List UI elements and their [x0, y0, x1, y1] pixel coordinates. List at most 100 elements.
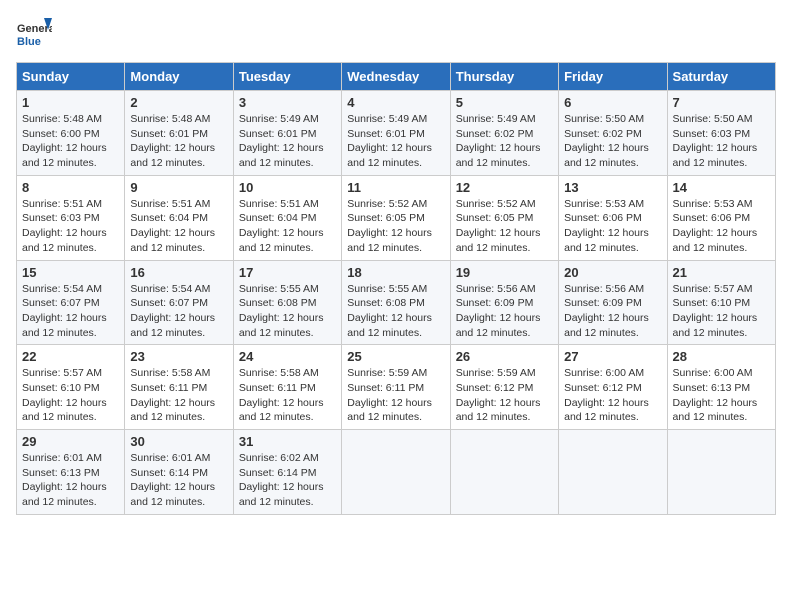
cell-line: Sunrise: 5:55 AM	[239, 282, 336, 297]
calendar-cell: 16Sunrise: 5:54 AMSunset: 6:07 PMDayligh…	[125, 260, 233, 345]
day-number: 6	[564, 95, 661, 110]
cell-line: Sunrise: 5:50 AM	[673, 112, 770, 127]
logo: General Blue	[16, 16, 52, 52]
cell-line: Sunset: 6:04 PM	[239, 211, 336, 226]
column-header-monday: Monday	[125, 63, 233, 91]
cell-line: and 12 minutes.	[130, 410, 227, 425]
day-number: 11	[347, 180, 444, 195]
day-number: 31	[239, 434, 336, 449]
cell-line: Daylight: 12 hours	[456, 396, 553, 411]
calendar-cell: 4Sunrise: 5:49 AMSunset: 6:01 PMDaylight…	[342, 91, 450, 176]
cell-line: Daylight: 12 hours	[456, 141, 553, 156]
cell-line: Sunrise: 5:59 AM	[456, 366, 553, 381]
cell-line: Sunrise: 5:50 AM	[564, 112, 661, 127]
cell-line: Daylight: 12 hours	[347, 226, 444, 241]
cell-line: Sunrise: 5:48 AM	[130, 112, 227, 127]
page-header: General Blue	[16, 16, 776, 52]
cell-line: Sunset: 6:01 PM	[347, 127, 444, 142]
cell-line: Sunset: 6:03 PM	[673, 127, 770, 142]
cell-line: Sunrise: 5:49 AM	[347, 112, 444, 127]
calendar-cell: 18Sunrise: 5:55 AMSunset: 6:08 PMDayligh…	[342, 260, 450, 345]
calendar-cell: 26Sunrise: 5:59 AMSunset: 6:12 PMDayligh…	[450, 345, 558, 430]
cell-line: Daylight: 12 hours	[673, 396, 770, 411]
cell-line: Sunrise: 5:49 AM	[239, 112, 336, 127]
cell-line: Daylight: 12 hours	[564, 311, 661, 326]
cell-line: Daylight: 12 hours	[456, 226, 553, 241]
cell-line: and 12 minutes.	[673, 156, 770, 171]
cell-line: Sunrise: 5:52 AM	[456, 197, 553, 212]
cell-line: and 12 minutes.	[456, 326, 553, 341]
cell-line: Sunrise: 5:54 AM	[22, 282, 119, 297]
cell-line: and 12 minutes.	[456, 156, 553, 171]
cell-line: Sunrise: 5:49 AM	[456, 112, 553, 127]
cell-line: Sunset: 6:06 PM	[564, 211, 661, 226]
day-number: 29	[22, 434, 119, 449]
cell-line: Sunset: 6:06 PM	[673, 211, 770, 226]
day-number: 26	[456, 349, 553, 364]
day-number: 28	[673, 349, 770, 364]
cell-line: Sunrise: 6:01 AM	[22, 451, 119, 466]
cell-line: Daylight: 12 hours	[673, 226, 770, 241]
cell-line: Daylight: 12 hours	[673, 141, 770, 156]
cell-line: and 12 minutes.	[130, 156, 227, 171]
column-header-wednesday: Wednesday	[342, 63, 450, 91]
cell-line: Sunrise: 5:53 AM	[564, 197, 661, 212]
cell-line: and 12 minutes.	[456, 410, 553, 425]
column-header-friday: Friday	[559, 63, 667, 91]
calendar-cell: 11Sunrise: 5:52 AMSunset: 6:05 PMDayligh…	[342, 175, 450, 260]
cell-line: Sunrise: 5:52 AM	[347, 197, 444, 212]
cell-line: Daylight: 12 hours	[564, 396, 661, 411]
day-number: 3	[239, 95, 336, 110]
cell-line: and 12 minutes.	[239, 326, 336, 341]
cell-line: and 12 minutes.	[347, 326, 444, 341]
cell-line: and 12 minutes.	[347, 241, 444, 256]
cell-line: Sunset: 6:05 PM	[456, 211, 553, 226]
calendar-cell: 21Sunrise: 5:57 AMSunset: 6:10 PMDayligh…	[667, 260, 775, 345]
cell-line: and 12 minutes.	[673, 326, 770, 341]
day-number: 10	[239, 180, 336, 195]
cell-line: and 12 minutes.	[564, 410, 661, 425]
cell-line: Daylight: 12 hours	[347, 396, 444, 411]
cell-line: Daylight: 12 hours	[239, 226, 336, 241]
day-number: 7	[673, 95, 770, 110]
cell-line: Sunset: 6:00 PM	[22, 127, 119, 142]
day-number: 5	[456, 95, 553, 110]
calendar-cell: 31Sunrise: 6:02 AMSunset: 6:14 PMDayligh…	[233, 430, 341, 515]
day-number: 19	[456, 265, 553, 280]
cell-line: Sunset: 6:12 PM	[564, 381, 661, 396]
day-number: 30	[130, 434, 227, 449]
cell-line: Sunrise: 5:48 AM	[22, 112, 119, 127]
cell-line: Sunset: 6:08 PM	[239, 296, 336, 311]
cell-line: Daylight: 12 hours	[22, 311, 119, 326]
calendar-week-row: 8Sunrise: 5:51 AMSunset: 6:03 PMDaylight…	[17, 175, 776, 260]
cell-line: and 12 minutes.	[673, 410, 770, 425]
cell-line: Sunset: 6:07 PM	[130, 296, 227, 311]
cell-line: Sunrise: 5:51 AM	[239, 197, 336, 212]
day-number: 2	[130, 95, 227, 110]
cell-line: and 12 minutes.	[239, 495, 336, 510]
cell-line: Sunrise: 5:54 AM	[130, 282, 227, 297]
cell-line: and 12 minutes.	[22, 241, 119, 256]
calendar-cell: 29Sunrise: 6:01 AMSunset: 6:13 PMDayligh…	[17, 430, 125, 515]
calendar-week-row: 22Sunrise: 5:57 AMSunset: 6:10 PMDayligh…	[17, 345, 776, 430]
cell-line: Daylight: 12 hours	[347, 311, 444, 326]
day-number: 8	[22, 180, 119, 195]
calendar-cell: 10 Sunrise: 5:51 AMSunset: 6:04 PMDayligh…	[233, 175, 341, 260]
cell-line: and 12 minutes.	[564, 156, 661, 171]
calendar-cell: 3Sunrise: 5:49 AMSunset: 6:01 PMDaylight…	[233, 91, 341, 176]
calendar-cell: 7 Sunrise: 5:50 AMSunset: 6:03 PMDaylight…	[667, 91, 775, 176]
column-header-saturday: Saturday	[667, 63, 775, 91]
calendar-cell: 28Sunrise: 6:00 AMSunset: 6:13 PMDayligh…	[667, 345, 775, 430]
cell-line: Sunset: 6:14 PM	[239, 466, 336, 481]
cell-line: Sunrise: 5:58 AM	[130, 366, 227, 381]
calendar-cell: 22Sunrise: 5:57 AMSunset: 6:10 PMDayligh…	[17, 345, 125, 430]
cell-line: Daylight: 12 hours	[239, 396, 336, 411]
cell-line: Daylight: 12 hours	[130, 226, 227, 241]
cell-line: Sunrise: 6:00 AM	[564, 366, 661, 381]
cell-line: Sunset: 6:11 PM	[239, 381, 336, 396]
cell-line: Sunrise: 6:01 AM	[130, 451, 227, 466]
cell-line: Sunset: 6:01 PM	[130, 127, 227, 142]
cell-line: and 12 minutes.	[564, 326, 661, 341]
day-number: 9	[130, 180, 227, 195]
day-number: 24	[239, 349, 336, 364]
